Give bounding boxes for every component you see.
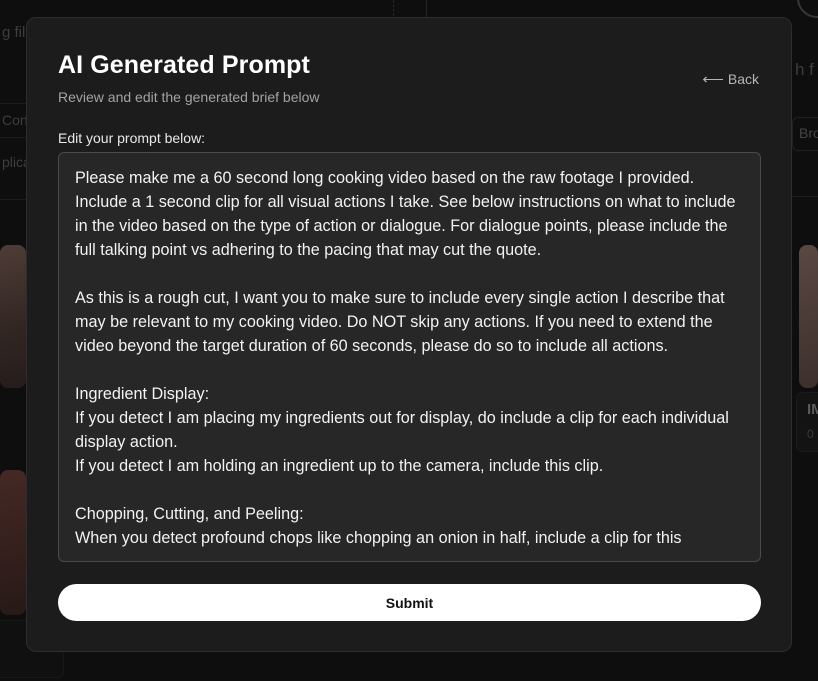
prompt-text: Please make me a 60 second long cooking … xyxy=(75,169,736,547)
modal-subtitle: Review and edit the generated brief belo… xyxy=(58,89,320,105)
back-button[interactable]: ⟵ Back xyxy=(702,70,759,88)
prompt-field-label: Edit your prompt below: xyxy=(58,130,206,146)
prompt-modal: AI Generated Prompt Review and edit the … xyxy=(26,17,792,652)
arrow-left-icon: ⟵ xyxy=(702,71,724,88)
submit-button[interactable]: Submit xyxy=(58,584,761,621)
modal-title: AI Generated Prompt xyxy=(58,51,310,79)
prompt-textarea[interactable]: Please make me a 60 second long cooking … xyxy=(58,152,761,562)
back-label: Back xyxy=(727,71,759,87)
